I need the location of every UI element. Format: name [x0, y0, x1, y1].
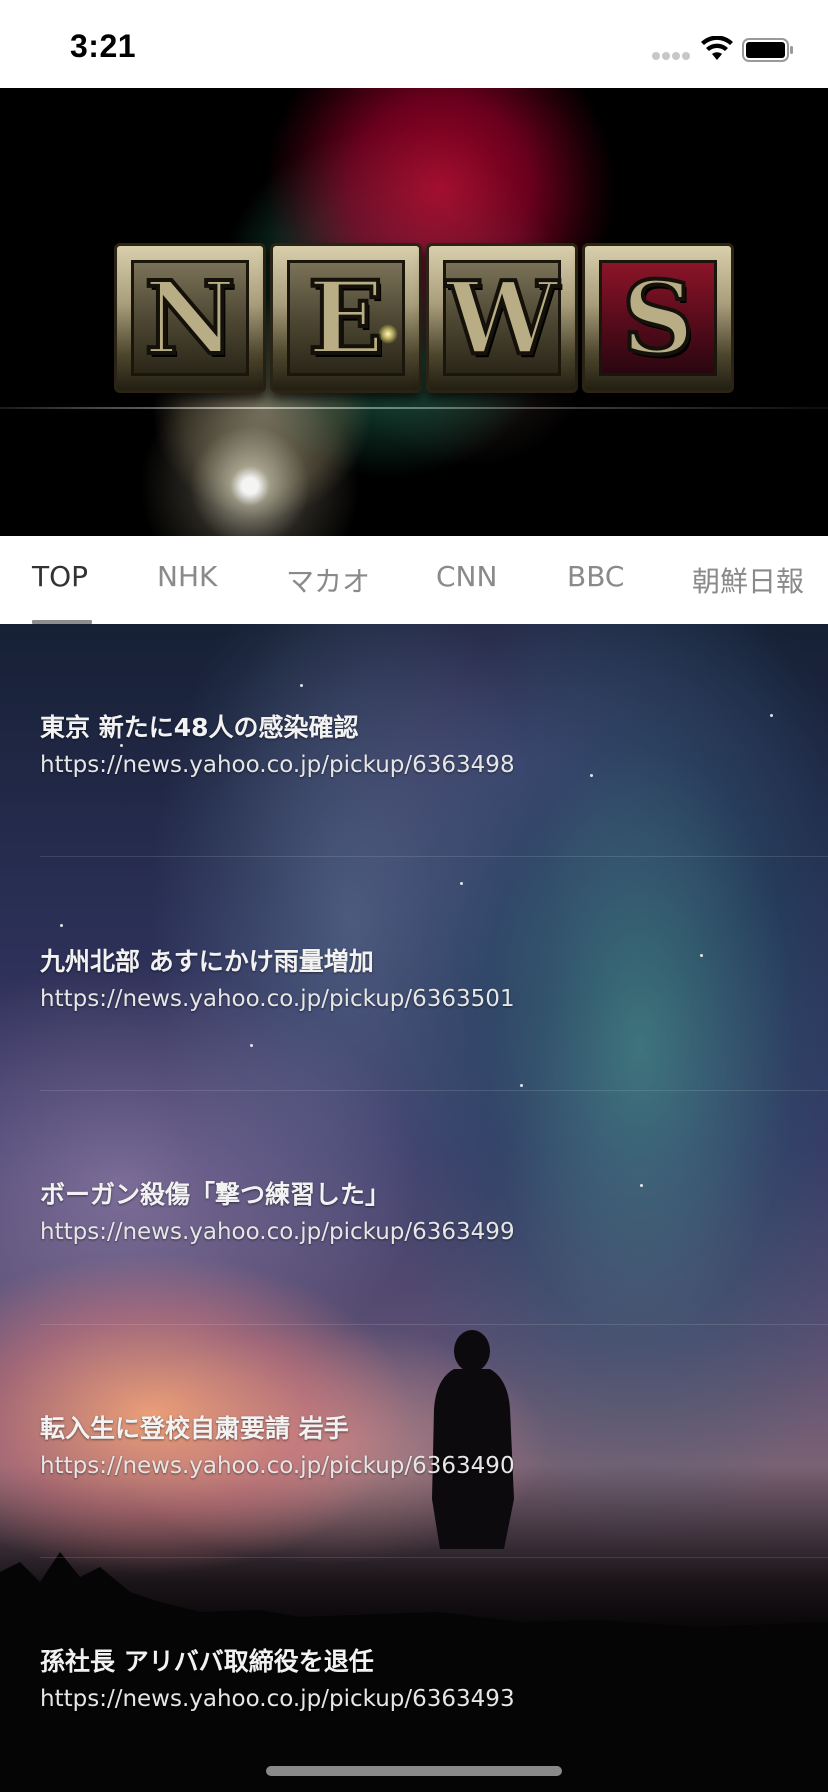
- row-separator: [40, 1090, 828, 1091]
- news-url[interactable]: https://news.yahoo.co.jp/pickup/6363490: [40, 1453, 800, 1479]
- news-list: 東京 新たに48人の感染確認 https://news.yahoo.co.jp/…: [0, 624, 828, 1792]
- logo-letter: E: [306, 259, 386, 377]
- tab-nhk[interactable]: NHK: [157, 560, 217, 593]
- logo-tile-s: S: [582, 243, 734, 393]
- logo-tile-n: N: [114, 243, 266, 393]
- row-separator: [40, 856, 828, 857]
- star: [300, 684, 303, 687]
- news-title: 東京 新たに48人の感染確認: [40, 713, 359, 742]
- tab-chosun-ilbo[interactable]: 朝鮮日報: [692, 560, 804, 600]
- tab-bbc[interactable]: BBC: [567, 560, 624, 593]
- status-bar: 3:21: [0, 0, 828, 88]
- logo-letter: S: [620, 259, 696, 377]
- lens-flare-glint: [378, 324, 398, 344]
- tab-cnn[interactable]: CNN: [436, 560, 497, 593]
- news-url[interactable]: https://news.yahoo.co.jp/pickup/6363493: [40, 1686, 800, 1712]
- news-item[interactable]: ボーガン殺傷「撃つ練習した」 https://news.yahoo.co.jp/…: [40, 1175, 800, 1245]
- news-banner: N E W S: [0, 88, 828, 536]
- battery-icon: [742, 38, 793, 62]
- logo-letter: N: [142, 259, 237, 377]
- tab-macau[interactable]: マカオ: [286, 560, 370, 600]
- star: [460, 882, 463, 885]
- star: [250, 1044, 253, 1047]
- news-item[interactable]: 転入生に登校自粛要請 岩手 https://news.yahoo.co.jp/p…: [40, 1409, 800, 1479]
- logo-tile-w: W: [426, 243, 578, 393]
- news-url[interactable]: https://news.yahoo.co.jp/pickup/6363499: [40, 1219, 800, 1245]
- logo-letter: W: [444, 259, 560, 377]
- news-url[interactable]: https://news.yahoo.co.jp/pickup/6363498: [40, 752, 800, 778]
- star: [60, 924, 63, 927]
- row-separator: [40, 1557, 828, 1558]
- news-url[interactable]: https://news.yahoo.co.jp/pickup/6363501: [40, 986, 800, 1012]
- cellular-signal-icon: [652, 52, 692, 62]
- news-title: ボーガン殺傷「撃つ練習した」: [40, 1180, 391, 1209]
- wifi-icon: [701, 36, 733, 60]
- news-logo: N E W S: [114, 243, 738, 393]
- star: [520, 1084, 523, 1087]
- home-indicator[interactable]: [266, 1766, 562, 1776]
- status-time: 3:21: [70, 28, 137, 64]
- news-title: 孫社長 アリババ取締役を退任: [40, 1647, 374, 1676]
- row-separator: [40, 1324, 828, 1325]
- news-item[interactable]: 孫社長 アリババ取締役を退任 https://news.yahoo.co.jp/…: [40, 1642, 800, 1712]
- news-item[interactable]: 東京 新たに48人の感染確認 https://news.yahoo.co.jp/…: [40, 708, 800, 778]
- news-title: 九州北部 あすにかけ雨量増加: [40, 947, 374, 976]
- logo-tile-e: E: [270, 243, 422, 393]
- news-item[interactable]: 九州北部 あすにかけ雨量増加 https://news.yahoo.co.jp/…: [40, 942, 800, 1012]
- category-tab-bar: TOP NHK マカオ CNN BBC 朝鮮日報: [0, 536, 828, 624]
- lens-flare-line: [0, 407, 828, 409]
- news-title: 転入生に登校自粛要請 岩手: [40, 1414, 349, 1443]
- tab-top[interactable]: TOP: [32, 560, 88, 593]
